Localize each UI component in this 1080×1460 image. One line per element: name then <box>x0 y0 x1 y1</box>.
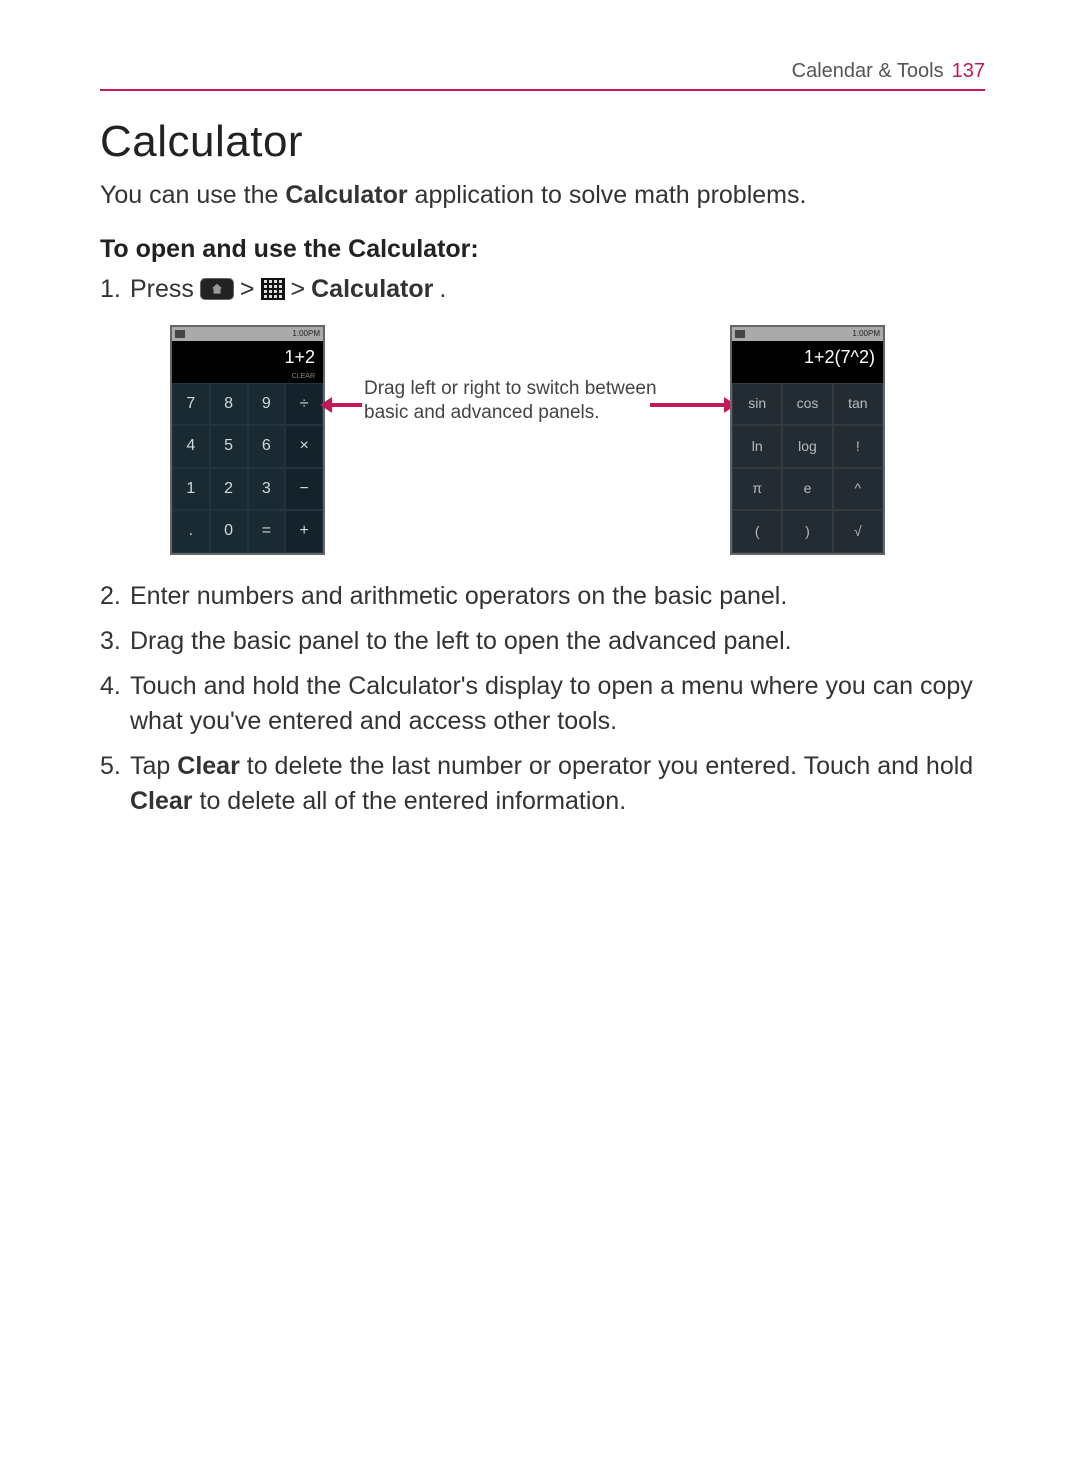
key-cos: cos <box>782 383 832 426</box>
s5b2: Clear <box>130 787 193 815</box>
arrow-right-icon <box>650 403 726 407</box>
gt1: > <box>240 272 255 307</box>
gt2: > <box>291 272 306 307</box>
advanced-calculator-screenshot: 1:00PM 1+2(7^2) sin cos tan ln log ! π e <box>730 325 885 555</box>
key-add: + <box>285 510 323 553</box>
intro-prefix: You can use the <box>100 181 285 209</box>
key-pow: ^ <box>833 468 883 511</box>
s5p3: to delete all of the entered information… <box>193 787 627 815</box>
key-sin: sin <box>732 383 782 426</box>
page-header: Calendar & Tools 137 <box>100 60 985 91</box>
section-name: Calendar & Tools <box>792 60 944 83</box>
s5p2: to delete the last number or operator yo… <box>240 752 973 780</box>
page-number: 137 <box>952 60 985 83</box>
step-1: Press > > Calculator. 1:00PM <box>100 272 985 557</box>
step-4: Touch and hold the Calculator's display … <box>100 669 985 739</box>
key-sqrt: √ <box>833 510 883 553</box>
step-5: Tap Clear to delete the last number or o… <box>100 749 985 819</box>
key-4: 4 <box>172 425 210 468</box>
key-log: log <box>782 425 832 468</box>
annotation-text: Drag left or right to switch between bas… <box>364 377 694 425</box>
calc-display-value: 1+2(7^2) <box>804 347 875 367</box>
home-key-icon <box>200 278 234 300</box>
intro-bold: Calculator <box>285 181 407 209</box>
figure: 1:00PM 1+2 CLEAR 7 8 9 ÷ 4 5 6 × <box>170 325 985 557</box>
advanced-keypad: sin cos tan ln log ! π e ^ ( ) √ <box>732 383 883 553</box>
status-bar: 1:00PM <box>732 327 883 341</box>
intro-text: You can use the Calculator application t… <box>100 179 985 213</box>
key-eq: = <box>248 510 286 553</box>
calc-display-value: 1+2 <box>284 347 315 367</box>
status-time: 1:00PM <box>292 328 320 339</box>
s5b1: Clear <box>177 752 240 780</box>
key-1: 1 <box>172 468 210 511</box>
step1-calc: Calculator <box>311 272 433 307</box>
key-8: 8 <box>210 383 248 426</box>
key-3: 3 <box>248 468 286 511</box>
key-pi: π <box>732 468 782 511</box>
key-mul: × <box>285 425 323 468</box>
key-lparen: ( <box>732 510 782 553</box>
basic-keypad: 7 8 9 ÷ 4 5 6 × 1 2 3 − . 0 = <box>172 383 323 553</box>
key-div: ÷ <box>285 383 323 426</box>
basic-calculator-screenshot: 1:00PM 1+2 CLEAR 7 8 9 ÷ 4 5 6 × <box>170 325 325 555</box>
calc-display: 1+2(7^2) <box>732 341 883 383</box>
key-5: 5 <box>210 425 248 468</box>
key-7: 7 <box>172 383 210 426</box>
key-sub: − <box>285 468 323 511</box>
key-e: e <box>782 468 832 511</box>
step1-press: Press <box>130 272 194 307</box>
key-dot: . <box>172 510 210 553</box>
s5p1: Tap <box>130 752 177 780</box>
key-ln: ln <box>732 425 782 468</box>
key-2: 2 <box>210 468 248 511</box>
page-title: Calculator <box>100 117 985 167</box>
status-bar: 1:00PM <box>172 327 323 341</box>
calc-display: 1+2 CLEAR <box>172 341 323 383</box>
step-3: Drag the basic panel to the left to open… <box>100 624 985 659</box>
intro-suffix: application to solve math problems. <box>408 181 807 209</box>
key-fact: ! <box>833 425 883 468</box>
arrow-left-icon <box>330 403 362 407</box>
key-0: 0 <box>210 510 248 553</box>
step-2: Enter numbers and arithmetic operators o… <box>100 579 985 614</box>
key-rparen: ) <box>782 510 832 553</box>
key-9: 9 <box>248 383 286 426</box>
key-6: 6 <box>248 425 286 468</box>
key-tan: tan <box>833 383 883 426</box>
status-time: 1:00PM <box>852 328 880 339</box>
apps-key-icon <box>261 278 285 300</box>
subheading: To open and use the Calculator: <box>100 235 985 264</box>
step1-dot: . <box>439 272 446 307</box>
clear-label: CLEAR <box>172 372 315 382</box>
